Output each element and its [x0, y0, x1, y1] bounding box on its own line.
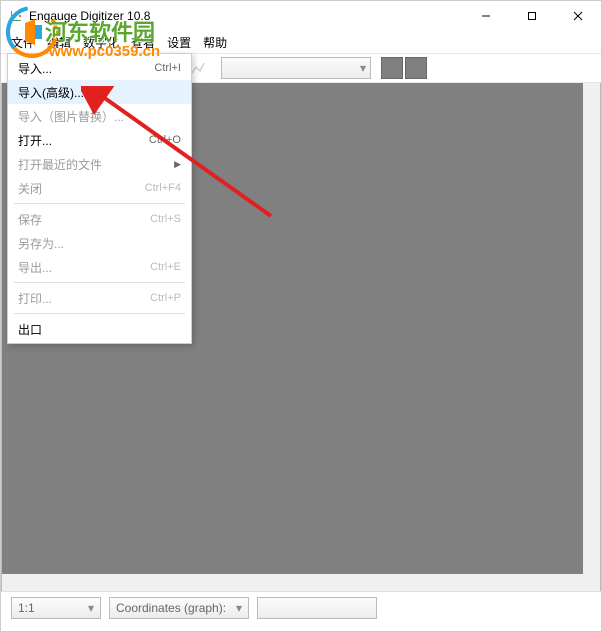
menu-file[interactable]: 文件: [11, 34, 35, 51]
coords-mode-combo[interactable]: Coordinates (graph): ▾: [109, 597, 249, 619]
horizontal-scrollbar[interactable]: [2, 574, 583, 591]
menu-separator: [14, 203, 185, 204]
chevron-down-icon: ▾: [360, 61, 366, 75]
titlebar: Engauge Digitizer 10.8: [1, 1, 601, 31]
menubar: 文件 编辑 数字化 查看 设置 帮助: [1, 31, 601, 53]
menu-item-print: 打印... Ctrl+P: [8, 286, 191, 310]
menu-item-save-as: 另存为...: [8, 231, 191, 255]
menu-edit[interactable]: 编辑: [47, 34, 71, 51]
menu-item-open-recent: 打开最近的文件 ▶: [8, 152, 191, 176]
scrollbar-corner: [583, 574, 600, 591]
menu-item-import-advanced[interactable]: 导入(高级)...: [8, 80, 191, 104]
menu-item-close: 关闭 Ctrl+F4: [8, 176, 191, 200]
chevron-down-icon: ▾: [228, 601, 242, 615]
zoom-combo[interactable]: 1:1 ▾: [11, 597, 101, 619]
close-button[interactable]: [555, 1, 601, 31]
menu-separator: [14, 313, 185, 314]
menu-item-export: 导出... Ctrl+E: [8, 255, 191, 279]
menu-view[interactable]: 查看: [131, 34, 155, 51]
menu-settings[interactable]: 设置: [167, 34, 191, 51]
minimize-button[interactable]: [463, 1, 509, 31]
menu-digitize[interactable]: 数字化: [83, 34, 119, 51]
coords-value-field: [257, 597, 377, 619]
maximize-button[interactable]: [509, 1, 555, 31]
vertical-scrollbar[interactable]: [583, 83, 600, 574]
submenu-arrow-icon: ▶: [174, 159, 181, 170]
menu-item-save: 保存 Ctrl+S: [8, 207, 191, 231]
statusbar: 1:1 ▾ Coordinates (graph): ▾: [1, 591, 601, 623]
zoom-value: 1:1: [18, 601, 35, 615]
menu-item-exit[interactable]: 出口: [8, 317, 191, 341]
menu-item-import[interactable]: 导入... Ctrl+I: [8, 56, 191, 80]
window-title: Engauge Digitizer 10.8: [29, 9, 150, 23]
coords-mode-label: Coordinates (graph):: [116, 601, 226, 615]
app-icon: [9, 9, 23, 23]
menu-separator: [14, 282, 185, 283]
menu-item-import-replace: 导入（图片替换）...: [8, 104, 191, 128]
file-menu-dropdown: 导入... Ctrl+I 导入(高级)... 导入（图片替换）... 打开...…: [7, 53, 192, 344]
window-controls: [463, 1, 601, 31]
menu-item-open[interactable]: 打开... Ctrl+O: [8, 128, 191, 152]
curve-select-combo[interactable]: ▾: [221, 57, 371, 79]
tool-color-swatch-1[interactable]: [381, 57, 403, 79]
tool-color-swatch-2[interactable]: [405, 57, 427, 79]
menu-help[interactable]: 帮助: [203, 34, 227, 51]
chevron-down-icon: ▾: [80, 601, 94, 615]
